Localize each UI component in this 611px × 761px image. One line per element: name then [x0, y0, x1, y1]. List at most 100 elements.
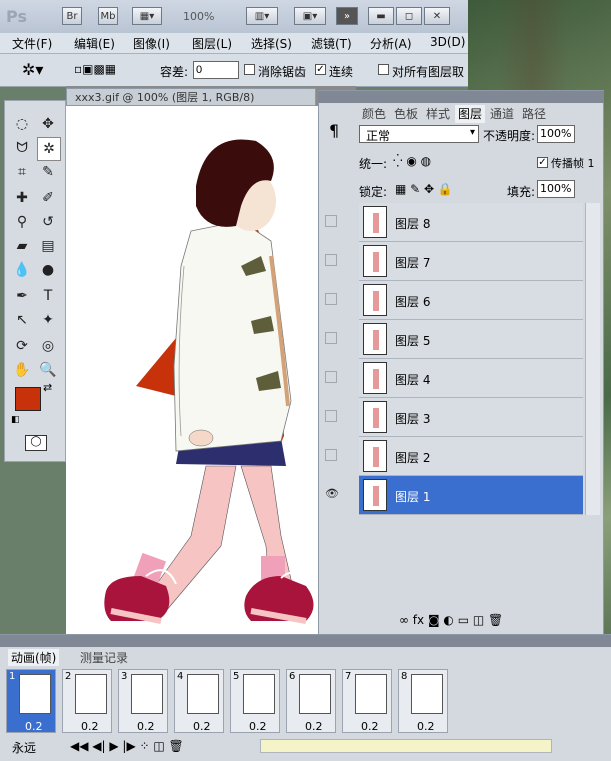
visibility-toggle[interactable]: [325, 293, 337, 305]
visibility-toggle[interactable]: [325, 215, 337, 227]
clone-stamp-tool-icon[interactable]: ⚲: [11, 211, 33, 233]
zoom-level[interactable]: 100%: [183, 10, 214, 23]
propagate-frame-checkbox[interactable]: ✓: [537, 157, 548, 168]
zoom-tool-icon[interactable]: 🔍: [37, 359, 59, 381]
blend-mode-select[interactable]: 正常 ▾: [359, 125, 479, 143]
eraser-tool-icon[interactable]: ▰: [11, 235, 33, 257]
default-colors-icon[interactable]: ◧: [11, 415, 20, 425]
magic-wand-tool-preset-icon[interactable]: ✲▾: [22, 60, 43, 79]
marquee-tool-icon[interactable]: ◌: [11, 113, 33, 135]
animation-scrollbar[interactable]: [260, 739, 552, 753]
all-layers-checkbox[interactable]: [378, 64, 389, 75]
quick-mask-icon[interactable]: ◯: [25, 435, 47, 451]
3d-rotate-tool-icon[interactable]: ⟳: [11, 335, 33, 357]
tab-color[interactable]: 颜色: [359, 105, 389, 123]
layer-name: 图层 8: [395, 217, 431, 231]
hand-tool-icon[interactable]: ✋: [11, 359, 33, 381]
menu-image[interactable]: 图像(I): [133, 35, 170, 52]
dodge-tool-icon[interactable]: ●: [37, 259, 59, 281]
layer-thumbnail: [363, 440, 387, 472]
menu-3d[interactable]: 3D(D): [430, 35, 465, 49]
gradient-tool-icon[interactable]: ▤: [37, 235, 59, 257]
paragraph-panel-icon[interactable]: ¶: [329, 121, 339, 140]
layer-row-selected[interactable]: 👁 图层 1: [325, 476, 583, 515]
layers-footer-icons[interactable]: ∞ fx ◙ ◐ ▭ ◫ 🗑: [399, 613, 503, 627]
visibility-toggle[interactable]: [325, 410, 337, 422]
animation-frame[interactable]: 1 0.2: [6, 669, 56, 733]
tab-paths[interactable]: 路径: [519, 105, 549, 123]
layer-row[interactable]: 图层 5: [325, 320, 583, 359]
layer-thumbnail: [363, 362, 387, 394]
swap-colors-icon[interactable]: ⇄: [43, 381, 52, 394]
unify-icons[interactable]: ⁛ ◉ ◍: [393, 154, 431, 168]
animation-frame[interactable]: 3 0.2: [118, 669, 168, 733]
eyedropper-tool-icon[interactable]: ✎: [37, 161, 59, 183]
selection-mode-icons[interactable]: ▫▣▩▦: [74, 62, 116, 76]
lock-icons[interactable]: ▦ ✎ ✥ 🔒: [395, 182, 453, 196]
screen-mode-button[interactable]: ▣▾: [294, 7, 326, 25]
healing-brush-tool-icon[interactable]: ✚: [11, 187, 33, 209]
layer-row[interactable]: 图层 4: [325, 359, 583, 398]
canvas[interactable]: [66, 106, 354, 634]
document-tab[interactable]: xxx3.gif @ 100% (图层 1, RGB/8): [66, 88, 316, 106]
bridge-button[interactable]: Br: [62, 7, 82, 25]
menu-select[interactable]: 选择(S): [251, 35, 292, 52]
minimize-button[interactable]: ▬: [368, 7, 394, 25]
loop-select[interactable]: 永远: [12, 739, 36, 756]
layer-row[interactable]: 图层 3: [325, 398, 583, 437]
blur-tool-icon[interactable]: 💧: [11, 259, 33, 281]
move-tool-icon[interactable]: ✥: [37, 113, 59, 135]
close-button[interactable]: ✕: [424, 7, 450, 25]
view-extras-button[interactable]: ▦▾: [132, 7, 162, 25]
layer-row[interactable]: 图层 2: [325, 437, 583, 476]
tolerance-input[interactable]: [193, 61, 239, 79]
3d-orbit-tool-icon[interactable]: ◎: [37, 335, 59, 357]
expand-workspace-button[interactable]: »: [336, 7, 358, 25]
animation-frame[interactable]: 2 0.2: [62, 669, 112, 733]
animation-frame[interactable]: 6 0.2: [286, 669, 336, 733]
arrange-documents-button[interactable]: ▥▾: [246, 7, 278, 25]
visibility-toggle[interactable]: [325, 332, 337, 344]
maximize-button[interactable]: ◻: [396, 7, 422, 25]
antialias-checkbox[interactable]: [244, 64, 255, 75]
playback-controls[interactable]: ◀◀ ◀| ▶ |▶ ⁘ ◫ 🗑: [70, 739, 184, 753]
mini-bridge-button[interactable]: Mb: [98, 7, 118, 25]
animation-frame[interactable]: 4 0.2: [174, 669, 224, 733]
eye-icon[interactable]: 👁: [325, 488, 339, 500]
layer-row[interactable]: 图层 7: [325, 242, 583, 281]
tab-animation-frames[interactable]: 动画(帧): [8, 649, 60, 666]
type-tool-icon[interactable]: T: [37, 285, 59, 307]
tab-channels[interactable]: 通道: [487, 105, 517, 123]
layers-scrollbar[interactable]: [585, 203, 600, 515]
tab-measurement-log[interactable]: 测量记录: [80, 649, 128, 666]
menu-analysis[interactable]: 分析(A): [370, 35, 412, 52]
path-selection-tool-icon[interactable]: ↖: [11, 309, 33, 331]
pen-tool-icon[interactable]: ✒: [11, 285, 33, 307]
menu-filter[interactable]: 滤镜(T): [311, 35, 352, 52]
visibility-toggle[interactable]: [325, 254, 337, 266]
layer-row[interactable]: 图层 6: [325, 281, 583, 320]
menu-file[interactable]: 文件(F): [12, 35, 52, 52]
menu-layer[interactable]: 图层(L): [192, 35, 232, 52]
shape-tool-icon[interactable]: ✦: [37, 309, 59, 331]
magic-wand-tool-icon[interactable]: ✲: [37, 137, 61, 161]
tab-swatches[interactable]: 色板: [391, 105, 421, 123]
animation-frame[interactable]: 8 0.2: [398, 669, 448, 733]
animation-frame[interactable]: 7 0.2: [342, 669, 392, 733]
menu-edit[interactable]: 编辑(E): [74, 35, 115, 52]
brush-tool-icon[interactable]: ✐: [37, 187, 59, 209]
foreground-color-swatch[interactable]: [15, 387, 41, 411]
crop-tool-icon[interactable]: ⌗: [11, 161, 33, 183]
fill-input[interactable]: 100%: [537, 180, 575, 198]
opacity-label: 不透明度:: [483, 129, 536, 143]
opacity-input[interactable]: 100%: [537, 125, 575, 143]
history-brush-tool-icon[interactable]: ↺: [37, 211, 59, 233]
layer-row[interactable]: 图层 8: [325, 203, 583, 242]
animation-frame[interactable]: 5 0.2: [230, 669, 280, 733]
tab-styles[interactable]: 样式: [423, 105, 453, 123]
lasso-tool-icon[interactable]: ᗢ: [11, 137, 33, 159]
contiguous-checkbox[interactable]: ✓: [315, 64, 326, 75]
visibility-toggle[interactable]: [325, 371, 337, 383]
visibility-toggle[interactable]: [325, 449, 337, 461]
tab-layers[interactable]: 图层: [455, 105, 486, 123]
